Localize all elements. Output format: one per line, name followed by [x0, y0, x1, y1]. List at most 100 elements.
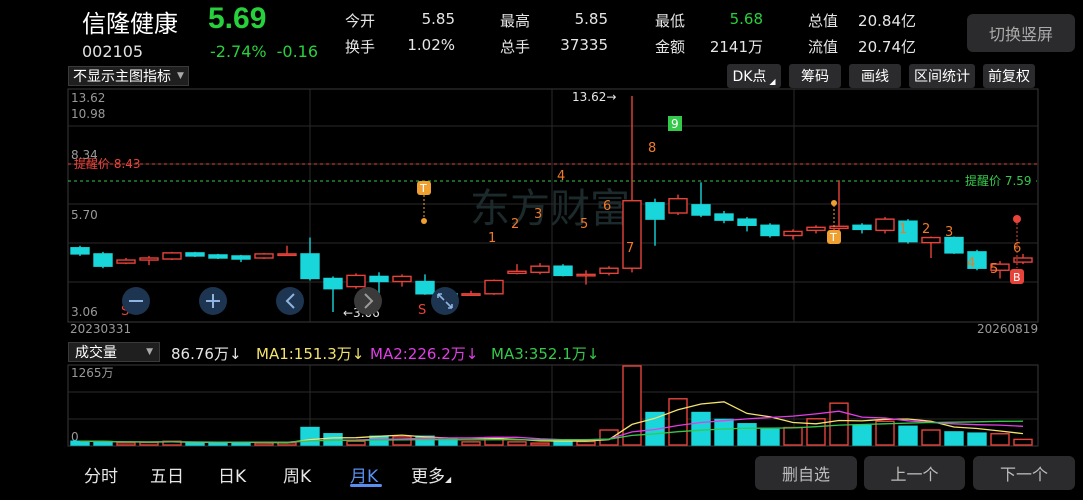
- volume-bar[interactable]: [944, 431, 964, 446]
- dk-marker-1b: 1: [899, 222, 907, 237]
- volume-ma1: MA1:151.3万↓: [256, 345, 365, 363]
- candle-body[interactable]: [116, 259, 136, 264]
- candle-body[interactable]: [162, 252, 182, 260]
- volume-bar[interactable]: [875, 420, 895, 446]
- zoom-out-button[interactable]: [122, 287, 150, 315]
- volume-bar[interactable]: [852, 424, 872, 446]
- candle-body[interactable]: [645, 202, 665, 220]
- candle-body[interactable]: [93, 253, 113, 267]
- dk-marker-6: 6: [603, 199, 611, 214]
- candle-body[interactable]: [852, 224, 872, 231]
- volume-bar[interactable]: [714, 418, 734, 446]
- volume-indicator-select[interactable]: 成交量 ▼: [68, 342, 160, 362]
- volume-current: 86.76万↓: [171, 345, 242, 363]
- volume-bar[interactable]: [185, 442, 205, 446]
- scroll-right-button[interactable]: [354, 287, 382, 315]
- candle-body[interactable]: [415, 280, 435, 295]
- candle-body[interactable]: [553, 265, 573, 277]
- volume-bar[interactable]: [254, 442, 274, 446]
- volume-bar[interactable]: [622, 365, 642, 446]
- volume-bar[interactable]: [783, 426, 803, 446]
- tab-five-day[interactable]: 五日: [150, 462, 184, 487]
- candle-body[interactable]: [70, 247, 90, 255]
- candle-body[interactable]: [392, 275, 412, 283]
- candle-body[interactable]: [231, 255, 251, 260]
- volume-bar[interactable]: [737, 423, 757, 446]
- candle-body[interactable]: [323, 277, 343, 290]
- volume-bar[interactable]: [990, 433, 1010, 446]
- volume-bar[interactable]: [576, 440, 596, 446]
- dk-marker-3b: 3: [945, 225, 953, 240]
- candle-body[interactable]: [507, 270, 527, 275]
- date-end-label: 20260819: [977, 322, 1038, 336]
- alert-label-green: 提醒价 7.59: [965, 173, 1032, 188]
- candle-body[interactable]: [875, 218, 895, 232]
- zoom-in-button[interactable]: [199, 287, 227, 315]
- volume-bar[interactable]: [760, 428, 780, 446]
- candle-body[interactable]: [369, 275, 389, 283]
- date-start-label: 20230331: [70, 322, 131, 336]
- candle-body[interactable]: [806, 226, 826, 232]
- candle-body[interactable]: [760, 224, 780, 237]
- candle-body[interactable]: [530, 265, 550, 274]
- volume-ma3: MA3:352.1万↓: [491, 345, 600, 363]
- candle-body[interactable]: [622, 200, 642, 269]
- volume-bar[interactable]: [300, 426, 320, 446]
- volume-bar[interactable]: [691, 411, 711, 446]
- buy-marker-text: B: [1013, 271, 1021, 284]
- candle-body[interactable]: [737, 218, 757, 226]
- next-stock-button[interactable]: 下一个: [973, 456, 1075, 490]
- candle-body[interactable]: [254, 253, 274, 259]
- candle-body[interactable]: [599, 267, 619, 275]
- candle-body[interactable]: [185, 252, 205, 257]
- candle-body[interactable]: [576, 273, 596, 277]
- volume-bar[interactable]: [530, 442, 550, 446]
- candle-body[interactable]: [691, 204, 711, 216]
- candle-body[interactable]: [783, 230, 803, 237]
- tab-more-label: 更多: [411, 467, 445, 487]
- remove-watchlist-button[interactable]: 删自选: [755, 456, 857, 490]
- scroll-left-button[interactable]: [276, 287, 304, 315]
- axis-label-4: 5.70: [71, 208, 98, 222]
- volume-bar[interactable]: [1013, 438, 1033, 446]
- candle-body[interactable]: [461, 293, 481, 296]
- candle-body[interactable]: [300, 253, 320, 280]
- volume-bar[interactable]: [139, 441, 159, 446]
- volume-bar[interactable]: [668, 398, 688, 446]
- t-marker-dot: [831, 200, 837, 206]
- volume-bar[interactable]: [898, 425, 918, 446]
- candle-body[interactable]: [208, 254, 228, 259]
- volume-bar[interactable]: [967, 432, 987, 446]
- axis-label-2: 10.98: [71, 107, 105, 121]
- tab-intraday[interactable]: 分时: [84, 462, 118, 487]
- candle-body[interactable]: [714, 213, 734, 221]
- volume-bar[interactable]: [507, 441, 527, 446]
- volume-bar[interactable]: [553, 440, 573, 446]
- volume-bar[interactable]: [116, 442, 136, 446]
- tab-weekly-k[interactable]: 周K: [283, 462, 311, 487]
- candle-body[interactable]: [668, 197, 688, 214]
- candle-body[interactable]: [277, 253, 297, 257]
- tab-more[interactable]: 更多◢: [411, 462, 451, 487]
- candle-body[interactable]: [484, 279, 504, 295]
- dk-marker-5b: 5: [990, 262, 998, 277]
- reset-zoom-button[interactable]: [431, 287, 459, 315]
- candle-body[interactable]: [921, 236, 941, 244]
- vol-axis-top: 1265万: [71, 366, 114, 380]
- kline-chart[interactable]: 东方财富 13.62 10.98 8.34 5.70 3.06 20230331…: [0, 0, 1083, 500]
- candle-body[interactable]: [346, 274, 366, 288]
- dk-marker-7: 7: [626, 241, 634, 256]
- candle-body[interactable]: [139, 257, 159, 261]
- volume-bar[interactable]: [346, 440, 366, 446]
- volume-bar[interactable]: [461, 441, 481, 446]
- volume-bar[interactable]: [829, 402, 849, 446]
- t-marker-dot: [421, 218, 427, 224]
- volume-bar[interactable]: [921, 429, 941, 446]
- dk-marker-4: 4: [557, 169, 565, 184]
- candle-body[interactable]: [829, 225, 849, 230]
- prev-stock-button[interactable]: 上一个: [864, 456, 965, 490]
- volume-bar[interactable]: [323, 433, 343, 446]
- dk-marker-2b: 2: [922, 222, 930, 237]
- reset-zoom-bg: [431, 287, 459, 315]
- tab-daily-k[interactable]: 日K: [218, 462, 246, 487]
